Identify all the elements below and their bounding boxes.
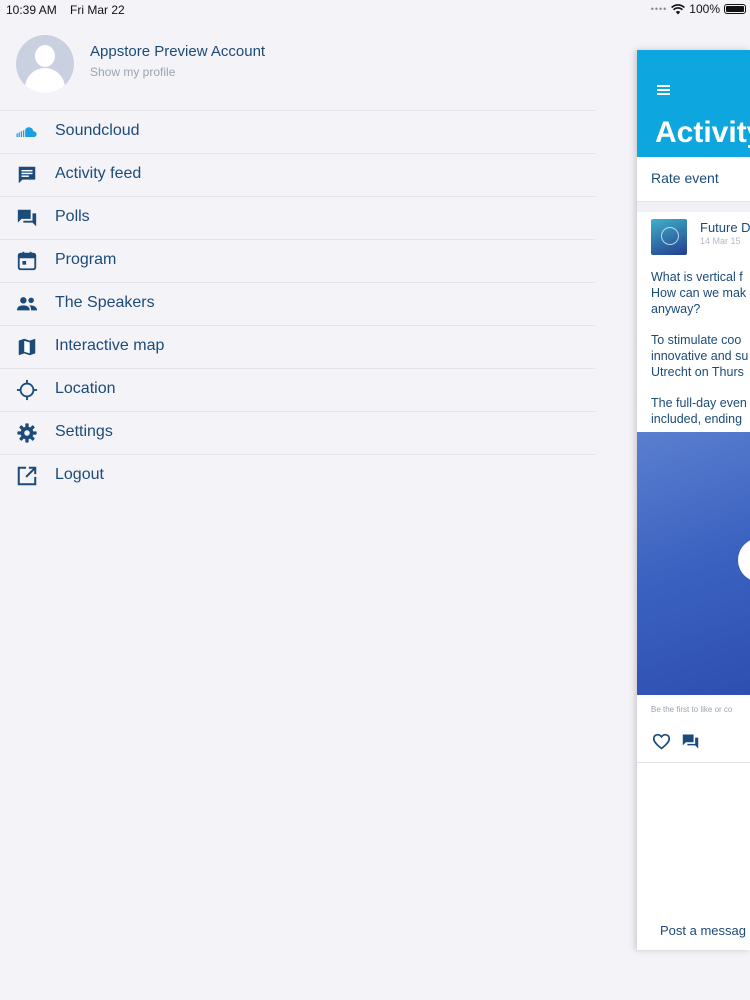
crosshair-icon [16,379,38,401]
menu-item-logout[interactable]: Logout [0,455,595,497]
menu-item-label: The Speakers [55,294,155,311]
post-message-label: Post a messag [660,923,746,938]
battery-percent: 100% [689,2,720,16]
side-menu: Soundcloud Activity feed Polls Program T… [0,110,595,497]
menu-item-location[interactable]: Location [0,369,595,412]
battery-icon [724,4,746,14]
forum-icon [17,209,37,227]
menu-item-settings[interactable]: Settings [0,412,595,455]
future-day-logo [651,219,687,255]
post-message-button[interactable]: Post a messag [651,917,750,943]
post-author[interactable]: Future D [700,220,750,235]
status-date: Fri Mar 22 [70,3,125,17]
post-body: What is vertical f How can we mak anyway… [651,269,750,442]
menu-item-label: Soundcloud [55,122,140,139]
activity-feed-panel[interactable]: Activity Rate event Future D 14 Mar 15 W… [637,50,750,950]
profile-name: Appstore Preview Account [90,43,266,60]
comment-icon[interactable] [681,733,700,750]
menu-item-label: Program [55,251,117,268]
people-icon [16,297,38,311]
status-bar: 10:39 AM Fri Mar 22 •••• 100% [0,0,750,20]
panel-header: Activity [637,50,750,157]
profile-header[interactable]: Appstore Preview Account Show my profile [0,30,600,100]
message-icon [18,166,36,184]
post-paragraph: To stimulate coo innovative and su Utrec… [651,333,749,379]
menu-item-label: Logout [55,466,104,483]
likes-summary: Be the first to like or co [651,705,733,714]
avatar[interactable] [16,35,74,93]
post-paragraph: The full-day even included, ending [651,396,747,426]
calendar-icon [17,251,37,271]
feed-spacer [637,202,750,212]
status-time: 10:39 AM [6,3,57,17]
menu-item-label: Polls [55,208,90,225]
divider [637,762,750,763]
map-icon [18,338,36,356]
show-profile-link[interactable]: Show my profile [90,65,175,79]
play-button[interactable] [738,538,750,582]
menu-item-label: Interactive map [55,337,165,354]
rate-event-button[interactable]: Rate event [651,170,719,186]
menu-item-activity-feed[interactable]: Activity feed [0,154,595,197]
hamburger-menu-icon[interactable] [657,85,670,95]
menu-item-polls[interactable]: Polls [0,197,595,240]
menu-item-label: Settings [55,423,113,440]
gear-icon [17,423,37,443]
menu-item-label: Location [55,380,116,397]
menu-item-soundcloud[interactable]: Soundcloud [0,111,595,154]
post-date: 14 Mar 15 [700,236,741,246]
status-right: •••• 100% [651,2,746,16]
menu-item-speakers[interactable]: The Speakers [0,283,595,326]
wifi-icon [671,3,686,14]
menu-item-program[interactable]: Program [0,240,595,283]
rate-event-bar[interactable]: Rate event [637,157,750,202]
menu-item-label: Activity feed [55,165,142,182]
external-link-icon [17,466,37,486]
soundcloud-icon [16,127,37,138]
heart-icon[interactable] [652,733,671,750]
page-title: Activity [655,116,750,149]
post-video[interactable] [637,432,750,695]
signal-icon: •••• [650,4,668,14]
menu-item-interactive-map[interactable]: Interactive map [0,326,595,369]
post-paragraph: What is vertical f How can we mak anyway… [651,270,747,316]
